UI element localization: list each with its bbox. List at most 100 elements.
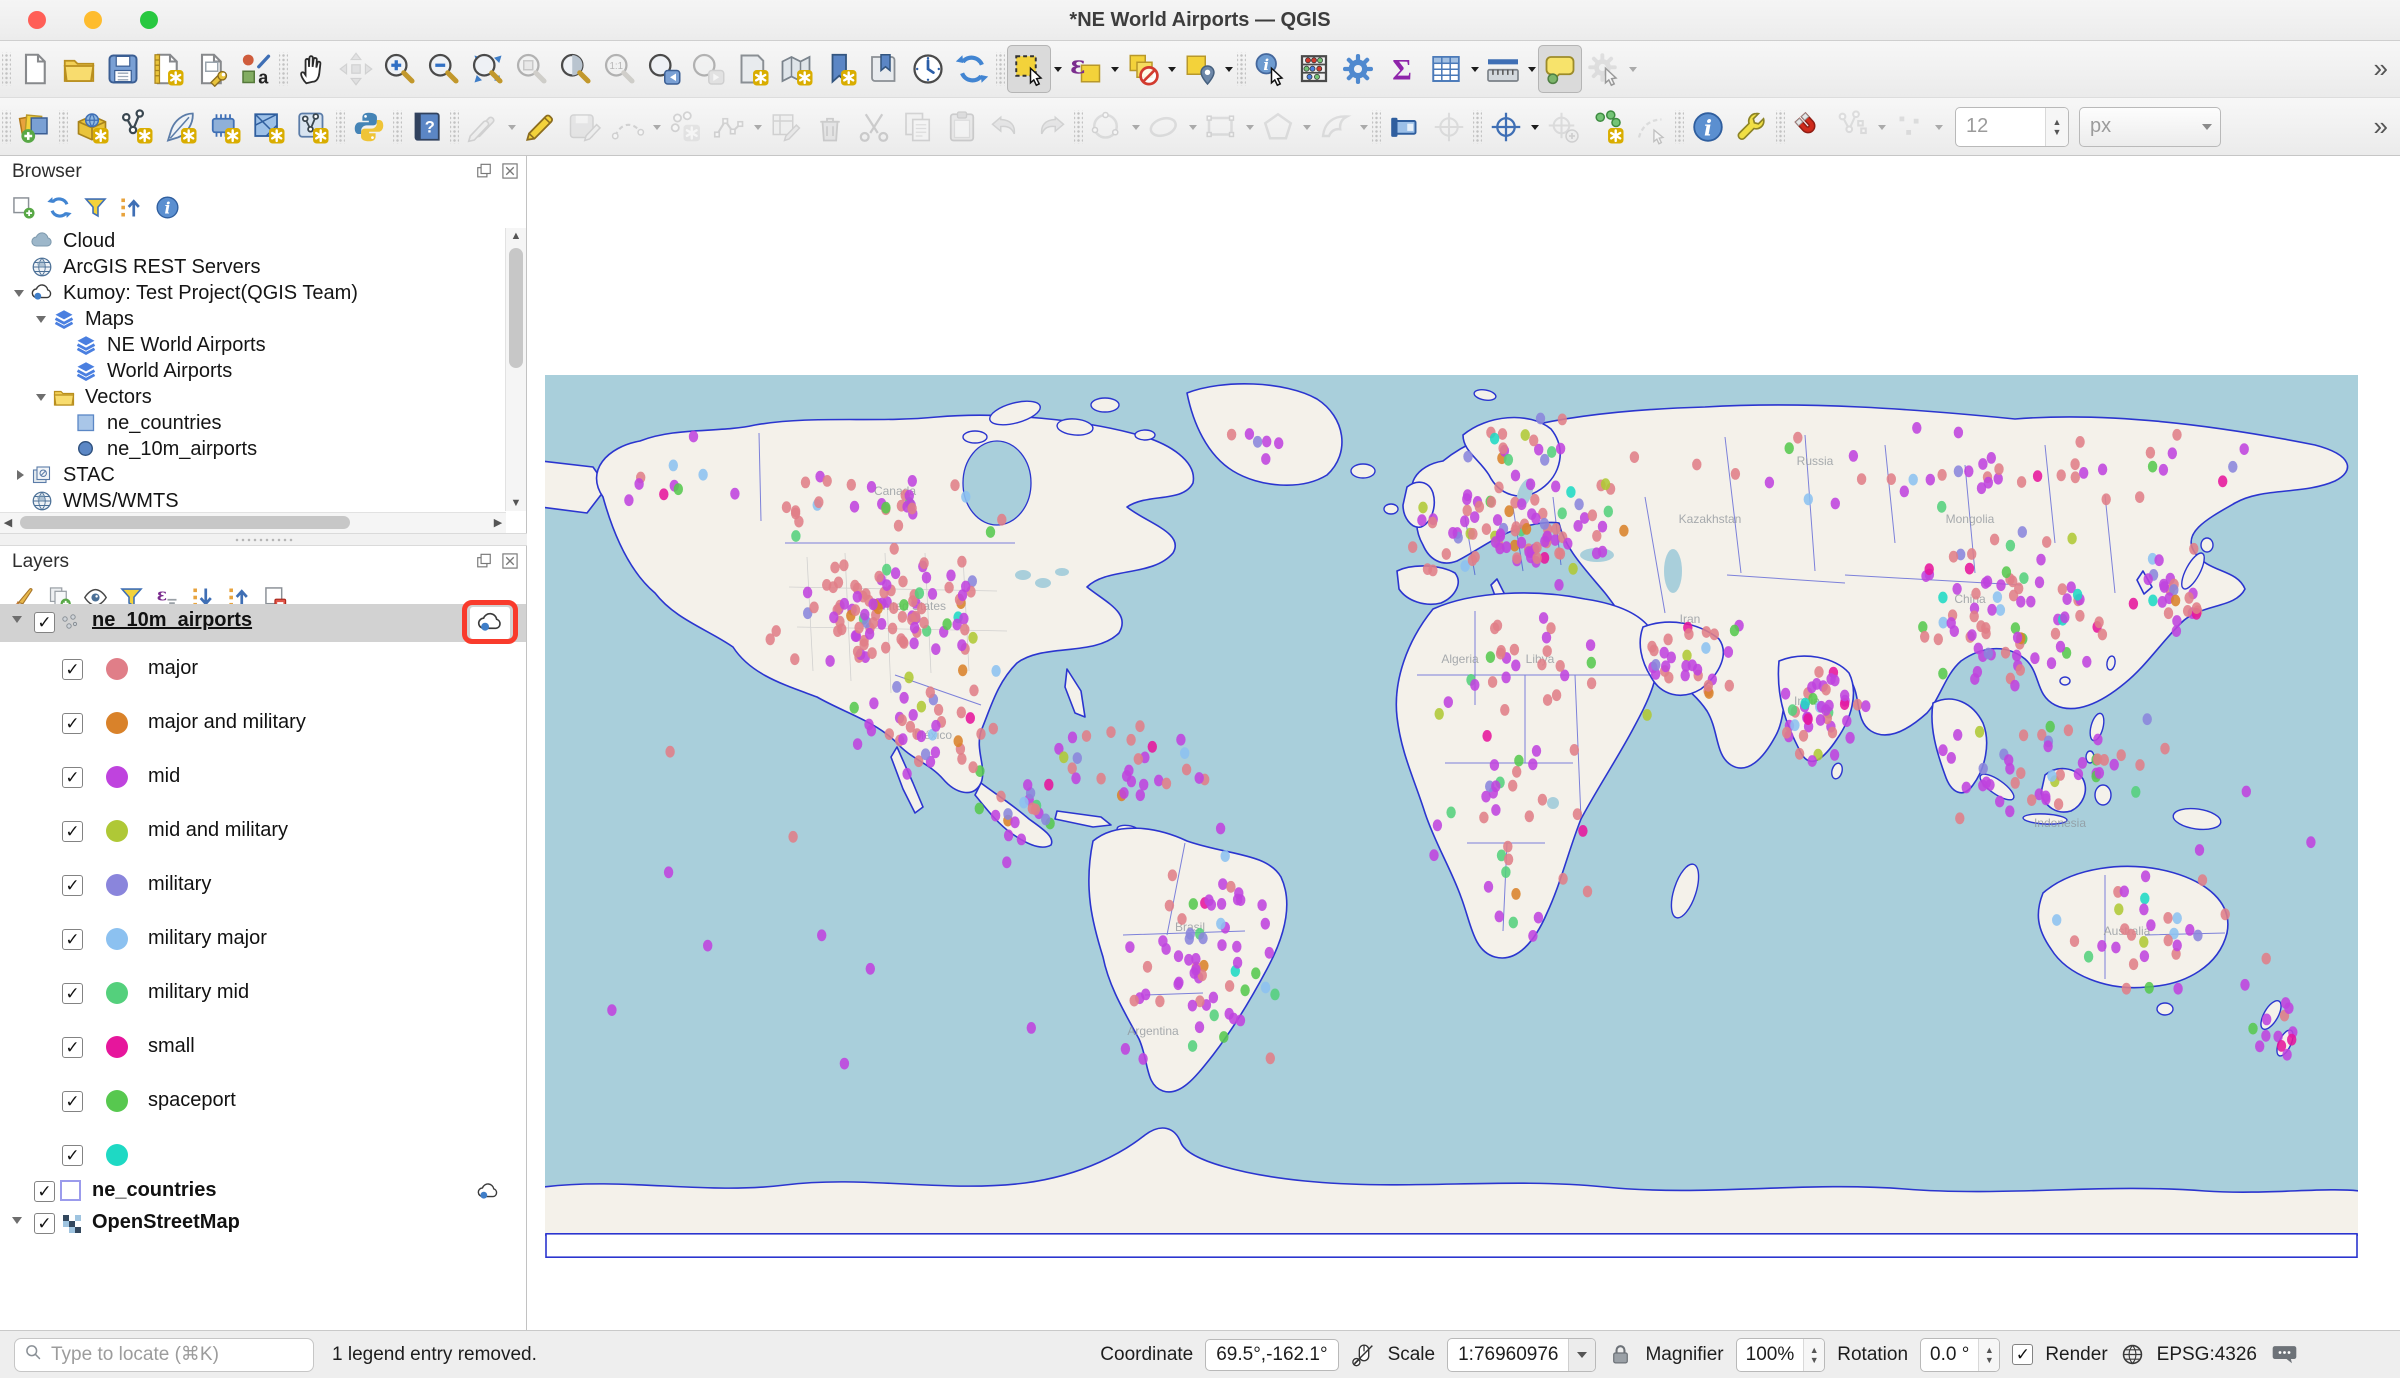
statistical-summary-button[interactable]: Σ: [1380, 45, 1424, 93]
toolbar2-overflow-chevron[interactable]: »: [2374, 111, 2388, 142]
python-console-button[interactable]: [347, 103, 391, 151]
toolbar-drag-handle[interactable]: [59, 110, 68, 144]
new-shapefile-layer-button[interactable]: [114, 103, 158, 151]
crs-label[interactable]: EPSG:4326: [2157, 1344, 2257, 1366]
layers-float-button[interactable]: [474, 551, 494, 571]
toolbar-drag-handle[interactable]: [279, 52, 288, 86]
lock-icon[interactable]: [1608, 1342, 1633, 1367]
browser-item-world-airports[interactable]: World Airports: [0, 358, 506, 384]
legend-item-mid-and-military[interactable]: ✓mid and military: [0, 812, 526, 852]
map-canvas[interactable]: CanadaUnited StatesMéxicoBrasilArgentina…: [528, 156, 2400, 1330]
layer-item-ne-countries[interactable]: ✓ne_countries: [0, 1176, 526, 1208]
rotation-spinner[interactable]: 0.0 ° ▲▼: [1920, 1338, 2000, 1372]
style-manager-button[interactable]: a: [233, 45, 277, 93]
deselect-features-dropdown[interactable]: [1165, 45, 1178, 93]
expander-icon[interactable]: [8, 470, 30, 480]
layer-visibility-checkbox[interactable]: ✓: [34, 1213, 55, 1234]
browser-item-vectors[interactable]: Vectors: [0, 384, 506, 410]
zoom-out-button[interactable]: [422, 45, 466, 93]
measure-dropdown[interactable]: [1525, 45, 1538, 93]
enable-snapping-button[interactable]: [1484, 103, 1528, 151]
toolbar-drag-handle[interactable]: [336, 110, 345, 144]
zoom-full-button[interactable]: [466, 45, 510, 93]
toolbar-drag-handle[interactable]: [1675, 110, 1684, 144]
open-project-button[interactable]: [57, 45, 101, 93]
toolbar-drag-handle[interactable]: [1776, 110, 1785, 144]
legend-item-major[interactable]: ✓major: [0, 650, 526, 690]
digitize-rectangle-dropdown[interactable]: [1243, 103, 1256, 151]
expander-icon[interactable]: [30, 310, 52, 328]
new-print-layout-button[interactable]: [145, 45, 189, 93]
digitize-ellipse-dropdown[interactable]: [1186, 103, 1199, 151]
zoom-last-button[interactable]: [642, 45, 686, 93]
browser-add-layer-button[interactable]: [6, 190, 40, 224]
browser-item-kumoy-test-project-qgis-team[interactable]: Kumoy: Test Project(QGIS Team): [0, 280, 506, 306]
topological-editing-button[interactable]: [1585, 103, 1629, 151]
digitize-circle-dropdown[interactable]: [1129, 103, 1142, 151]
digitize-shape-dropdown[interactable]: [1357, 103, 1370, 151]
locator-search[interactable]: [14, 1338, 314, 1372]
toolbar-drag-handle[interactable]: [450, 110, 459, 144]
legend-visibility-checkbox[interactable]: ✓: [62, 659, 83, 680]
run-feature-action-dropdown[interactable]: [1626, 45, 1639, 93]
legend-visibility-checkbox[interactable]: ✓: [62, 1037, 83, 1058]
legend-item-unlabeled[interactable]: ✓: [0, 1136, 526, 1176]
zoom-in-button[interactable]: [378, 45, 422, 93]
legend-visibility-checkbox[interactable]: ✓: [62, 767, 83, 788]
toolbar1-overflow-chevron[interactable]: »: [2374, 53, 2388, 84]
maximize-window-button[interactable]: [140, 11, 158, 29]
data-source-manager-button[interactable]: [13, 103, 57, 151]
enable-snapping-dropdown[interactable]: [1528, 103, 1541, 151]
browser-item-ne-countries[interactable]: ne_countries: [0, 410, 506, 436]
legend-visibility-checkbox[interactable]: ✓: [62, 1091, 83, 1112]
refresh-map-button[interactable]: [950, 45, 994, 93]
legend-visibility-checkbox[interactable]: ✓: [62, 1145, 83, 1166]
minimize-window-button[interactable]: [84, 11, 102, 29]
layer-name[interactable]: OpenStreetMap: [92, 1211, 240, 1234]
crs-globe-icon[interactable]: [2120, 1342, 2145, 1367]
toolbar-drag-handle[interactable]: [1473, 110, 1482, 144]
titlebar[interactable]: *NE World Airports — QGIS: [0, 0, 2400, 41]
legend-item-spaceport[interactable]: ✓spaceport: [0, 1082, 526, 1122]
pan-map-button[interactable]: [290, 45, 334, 93]
digitize-with-curve-dropdown[interactable]: [650, 103, 663, 151]
select-by-expression-dropdown[interactable]: [1108, 45, 1121, 93]
legend-visibility-checkbox[interactable]: ✓: [62, 713, 83, 734]
identify-features-button[interactable]: i: [1248, 45, 1292, 93]
new-map-view-button[interactable]: [730, 45, 774, 93]
browser-filter-button[interactable]: [78, 190, 112, 224]
layer-name[interactable]: ne_countries: [92, 1179, 216, 1202]
new-project-button[interactable]: [13, 45, 57, 93]
browser-item-ne-world-airports[interactable]: NE World Airports: [0, 332, 506, 358]
magnifier-spinner[interactable]: 100% ▲▼: [1736, 1338, 1826, 1372]
expander-icon[interactable]: [6, 1211, 28, 1229]
zoom-to-layer-button[interactable]: [554, 45, 598, 93]
expander-icon[interactable]: [8, 284, 30, 302]
layer-sync-cloud-icon[interactable]: [476, 1180, 500, 1204]
expander-icon[interactable]: [30, 388, 52, 406]
legend-visibility-checkbox[interactable]: ✓: [62, 821, 83, 842]
symbol-size-spinner[interactable]: 12 ▲▼: [1955, 107, 2069, 147]
new-virtual-layer-button[interactable]: [202, 103, 246, 151]
coordinate-input[interactable]: 69.5°,-162.1°: [1205, 1339, 1338, 1371]
layers-close-button[interactable]: [500, 551, 520, 571]
expander-icon[interactable]: [6, 610, 28, 628]
snapping-toggle-button[interactable]: [1787, 103, 1831, 151]
locator-input[interactable]: [49, 1343, 305, 1367]
new-3d-map-view-button[interactable]: [774, 45, 818, 93]
browser-properties-button[interactable]: i: [150, 190, 184, 224]
legend-item-mid[interactable]: ✓mid: [0, 758, 526, 798]
legend-item-major-and-military[interactable]: ✓major and military: [0, 704, 526, 744]
browser-item-cloud[interactable]: Cloud: [0, 228, 506, 254]
new-point-cloud-layer-button[interactable]: [290, 103, 334, 151]
move-feature-button[interactable]: [1383, 103, 1427, 151]
toolbar-drag-handle[interactable]: [393, 110, 402, 144]
toolbar-drag-handle[interactable]: [2, 52, 11, 86]
new-spatial-bookmark-button[interactable]: [818, 45, 862, 93]
new-mesh-layer-button[interactable]: [246, 103, 290, 151]
legend-item-military-major[interactable]: ✓military major: [0, 920, 526, 960]
help-button[interactable]: ?: [404, 103, 448, 151]
browser-item-wms-wmts[interactable]: WMS/WMTS: [0, 488, 506, 511]
panel-splitter[interactable]: [0, 533, 527, 546]
select-by-location-button[interactable]: [1178, 45, 1222, 93]
